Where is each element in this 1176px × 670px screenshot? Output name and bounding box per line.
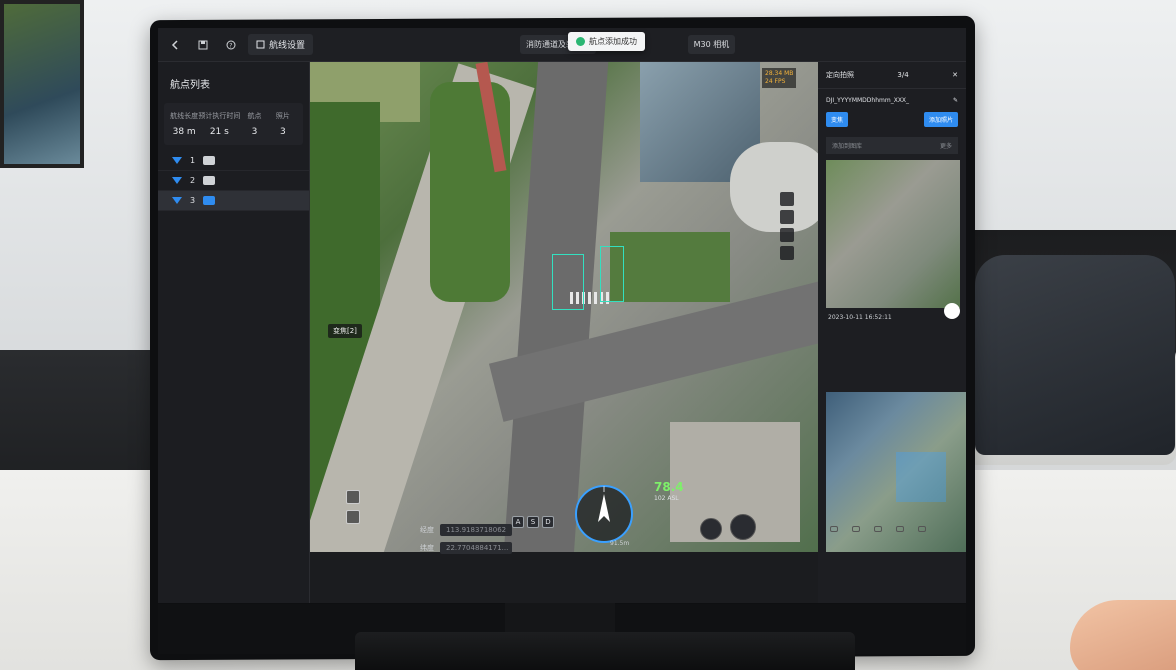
photo-timestamp: 2023-10-11 16:52:11	[828, 314, 892, 321]
hud-altitude: 102 ASL	[654, 495, 679, 502]
camera-icon	[203, 196, 216, 205]
camera-icon	[203, 176, 216, 185]
map-green-block	[610, 232, 730, 302]
gimbal-dial-icon[interactable]	[700, 518, 722, 540]
waypoint-index: 1	[190, 156, 196, 165]
monitor-button-icon[interactable]	[830, 526, 838, 532]
zoom-label: 变焦[2]	[328, 324, 362, 338]
monitor-button-icon[interactable]	[918, 526, 926, 532]
monitor-buttons	[830, 526, 926, 532]
measure-icon[interactable]	[780, 228, 794, 242]
panel-title: 航点列表	[170, 80, 210, 91]
gallery-row[interactable]: 添加到图库 更多	[826, 137, 958, 154]
stat-photos: 照片 3	[275, 112, 290, 137]
latitude-row: 纬度 22.7704884171...	[420, 539, 512, 557]
help-icon: ?	[226, 40, 236, 49]
stream-badge: 28.34 MB 24 FPS	[762, 68, 797, 88]
check-circle-icon	[576, 37, 585, 46]
route-settings-label: 航线设置	[269, 41, 306, 51]
monitor-button-icon[interactable]	[874, 526, 882, 532]
waypoint-item-2[interactable]: 2	[158, 171, 309, 191]
target-frame[interactable]	[552, 254, 584, 310]
key-pad: A S D	[512, 516, 554, 528]
waypoint-list: 1 2 3	[158, 151, 309, 211]
file-name-row: DJI_YYYYMMDDhhmm_XXX_ ✎	[818, 89, 966, 108]
panel-title: 定向拍照	[826, 71, 854, 79]
waypoint-panel: 航点列表 航线长度 38 m 预计执行时间 21 s 航点 3 照片 3 1 2…	[158, 62, 310, 603]
tab-camera[interactable]: M30 相机	[687, 35, 736, 54]
hud-speed: 78.4	[654, 480, 684, 494]
hud-distance: 91.5m	[610, 540, 630, 547]
layers-icon[interactable]	[780, 192, 794, 206]
map-side-tools	[346, 490, 360, 524]
waypoint-marker-icon	[172, 157, 182, 164]
waypoint-index: 2	[190, 176, 196, 185]
route-stats: 航线长度 38 m 预计执行时间 21 s 航点 3 照片 3	[164, 103, 303, 145]
attitude-dial-icon[interactable]	[730, 514, 756, 540]
waypoint-marker-icon	[172, 177, 182, 184]
zoom-button[interactable]: 变焦	[826, 112, 849, 127]
stat-waypoints: 航点 3	[247, 112, 262, 137]
photo-preview[interactable]	[826, 160, 960, 308]
toast-text: 航点添加成功	[589, 37, 637, 46]
target-frame[interactable]	[600, 246, 624, 302]
camera-icon	[203, 156, 216, 165]
stat-route-length: 航线长度 38 m	[170, 112, 199, 137]
waypoint-index: 3	[190, 196, 196, 205]
add-photo-button[interactable]: 添加照片	[923, 112, 958, 127]
waypoint-item-1[interactable]: 1	[158, 151, 309, 171]
photo-actions: 变焦 添加照片	[818, 108, 966, 131]
save-icon	[198, 40, 208, 49]
stat-est-time: 预计执行时间 21 s	[198, 112, 241, 137]
help-button[interactable]: ?	[220, 34, 242, 56]
aerial-map-view[interactable]: 变焦[2] 28.34 MB 24 FPS 78.4 102 ASL 91.5m	[310, 62, 832, 552]
desk-phone	[975, 255, 1175, 455]
wall-picture	[0, 0, 84, 168]
zoom-icon[interactable]	[780, 246, 794, 260]
app-screen: ? 航线设置 消防通道及装备... M30 相机 航点添加成功 航点列表 航线长…	[158, 28, 966, 603]
route-settings-icon	[256, 40, 265, 49]
monitor-button-icon[interactable]	[896, 526, 904, 532]
monitor-button-icon[interactable]	[852, 526, 860, 532]
compass-icon	[575, 485, 633, 543]
map-tool-stack	[780, 192, 794, 260]
top-bar: ? 航线设置 消防通道及装备... M30 相机 航点添加成功	[158, 28, 966, 62]
success-toast: 航点添加成功	[568, 32, 645, 51]
fullscreen-icon[interactable]	[346, 490, 360, 504]
file-name: DJI_YYYYMMDDhhmm_XXX_	[826, 97, 910, 104]
svg-text:?: ?	[229, 42, 232, 49]
key-a[interactable]: A	[512, 516, 524, 528]
save-button[interactable]	[192, 34, 214, 56]
locate-icon[interactable]	[780, 210, 794, 224]
longitude-row: 经度 113.9183718062	[420, 521, 512, 539]
panel-toggle-icon[interactable]	[944, 303, 960, 319]
delete-icon[interactable]: ✕	[952, 71, 958, 79]
monitor-stand-base	[355, 632, 855, 670]
crop-icon[interactable]	[346, 510, 360, 524]
key-d[interactable]: D	[542, 516, 554, 528]
highlight-region	[896, 452, 946, 502]
edit-icon[interactable]: ✎	[953, 97, 958, 104]
map-park-center	[430, 82, 510, 302]
chevron-left-icon	[171, 39, 178, 50]
back-button[interactable]	[164, 34, 186, 56]
pager[interactable]: 3/4	[897, 71, 908, 79]
key-s[interactable]: S	[527, 516, 539, 528]
longitude-field[interactable]: 113.9183718062	[440, 524, 512, 536]
route-settings-button[interactable]: 航线设置	[248, 34, 314, 55]
latitude-field[interactable]: 22.7704884171...	[440, 542, 512, 554]
waypoint-marker-icon	[172, 197, 182, 204]
waypoint-item-3[interactable]: 3	[158, 191, 309, 211]
user-hand	[1070, 600, 1176, 670]
photo-panel: 定向拍照 3/4 ✕ DJI_YYYYMMDDhhmm_XXX_ ✎ 变焦 添加…	[818, 62, 966, 603]
coordinate-readout: 经度 113.9183718062 纬度 22.7704884171...	[420, 521, 512, 557]
photo-panel-header: 定向拍照 3/4 ✕	[818, 62, 966, 89]
